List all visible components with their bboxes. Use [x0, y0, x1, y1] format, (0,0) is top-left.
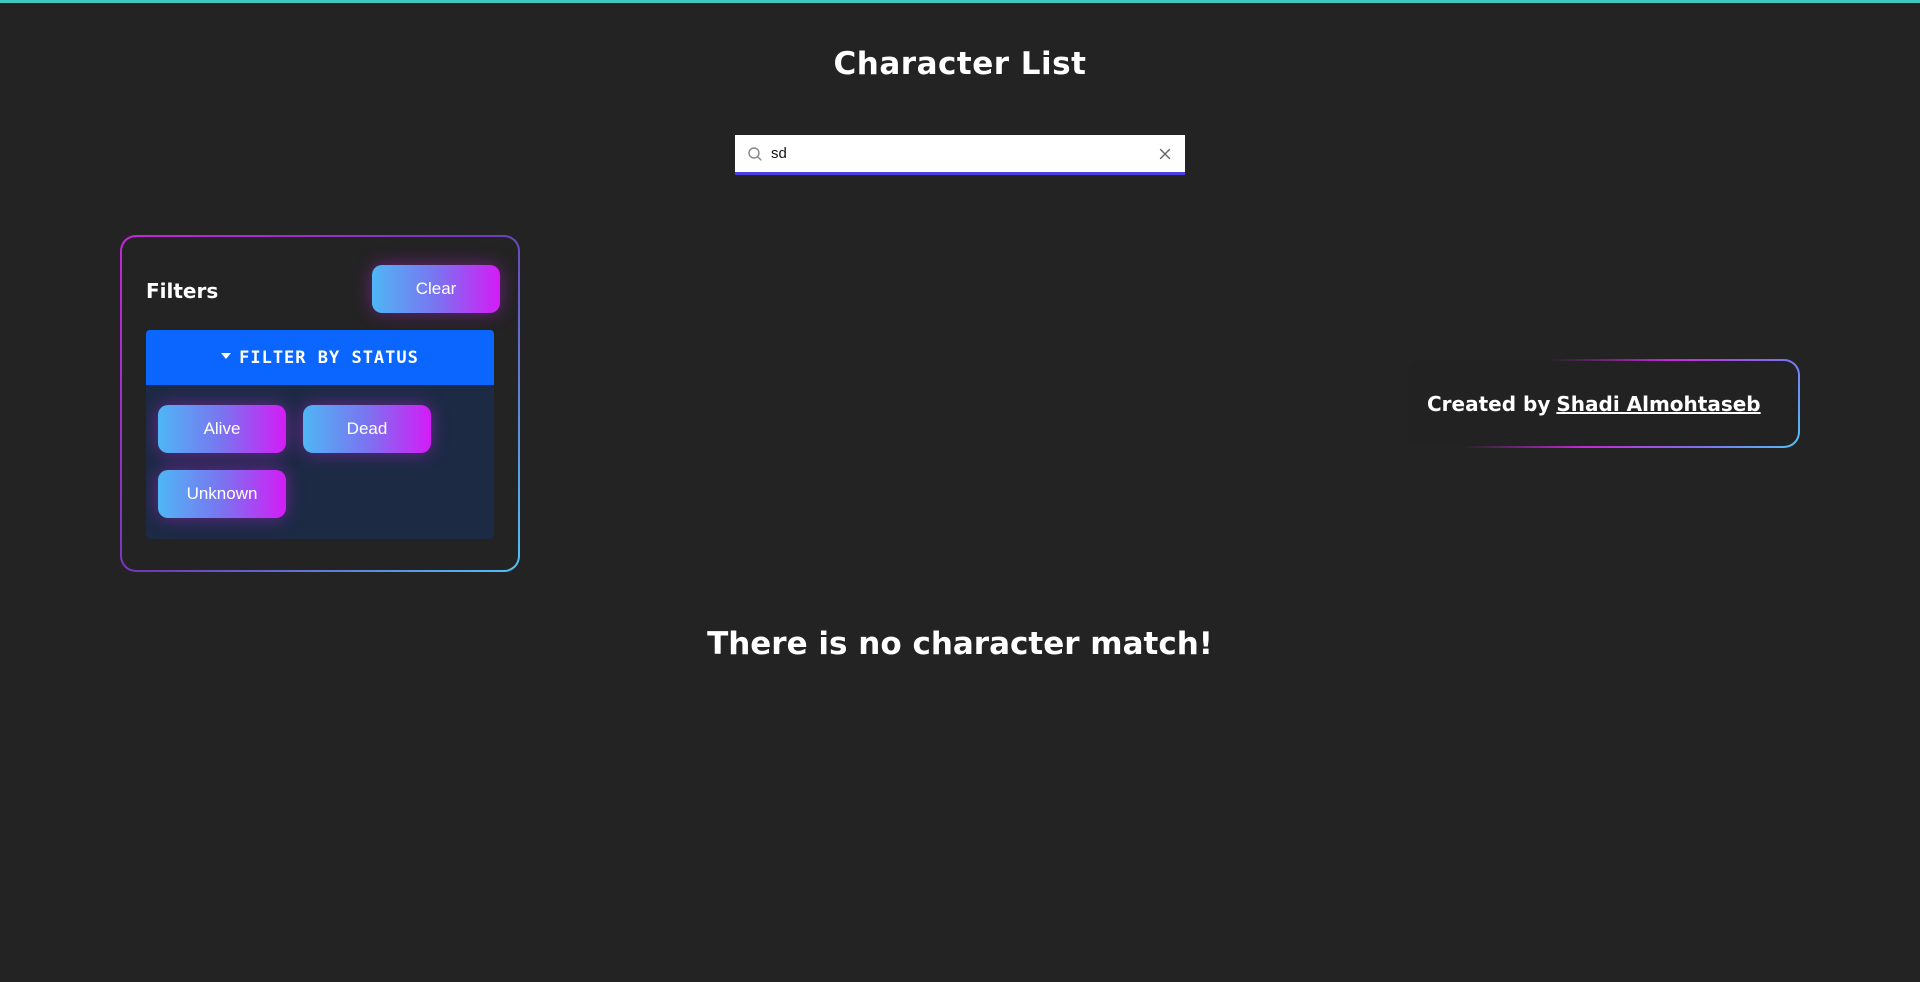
status-filter-label: FILTER BY STATUS	[239, 347, 419, 368]
filter-unknown-button[interactable]: Unknown	[158, 470, 286, 518]
filter-alive-button[interactable]: Alive	[158, 405, 286, 453]
credit-card: Created by Shadi Almohtaseb	[1405, 359, 1800, 448]
search-icon	[747, 146, 763, 162]
filters-panel-body: Filters Clear FILTER BY STATUS Alive Dea…	[122, 237, 518, 570]
search-bar[interactable]	[735, 135, 1185, 175]
filters-title: Filters	[146, 279, 219, 303]
author-link[interactable]: Shadi Almohtaseb	[1556, 392, 1760, 416]
filters-panel: Filters Clear FILTER BY STATUS Alive Dea…	[120, 235, 520, 572]
status-filter-header[interactable]: FILTER BY STATUS	[146, 330, 494, 385]
search-input[interactable]	[771, 145, 1157, 162]
close-icon[interactable]	[1157, 146, 1173, 162]
status-filter-accordion: FILTER BY STATUS Alive Dead Unknown	[146, 330, 494, 539]
filter-dead-button[interactable]: Dead	[303, 405, 431, 453]
top-accent-bar	[0, 0, 1920, 3]
page-title: Character List	[833, 46, 1087, 82]
empty-results-message: There is no character match!	[707, 626, 1213, 662]
credit-prefix: Created by	[1427, 391, 1551, 416]
caret-down-icon	[221, 353, 232, 359]
clear-filters-button[interactable]: Clear	[372, 265, 500, 313]
credit-card-body: Created by Shadi Almohtaseb	[1407, 361, 1798, 446]
